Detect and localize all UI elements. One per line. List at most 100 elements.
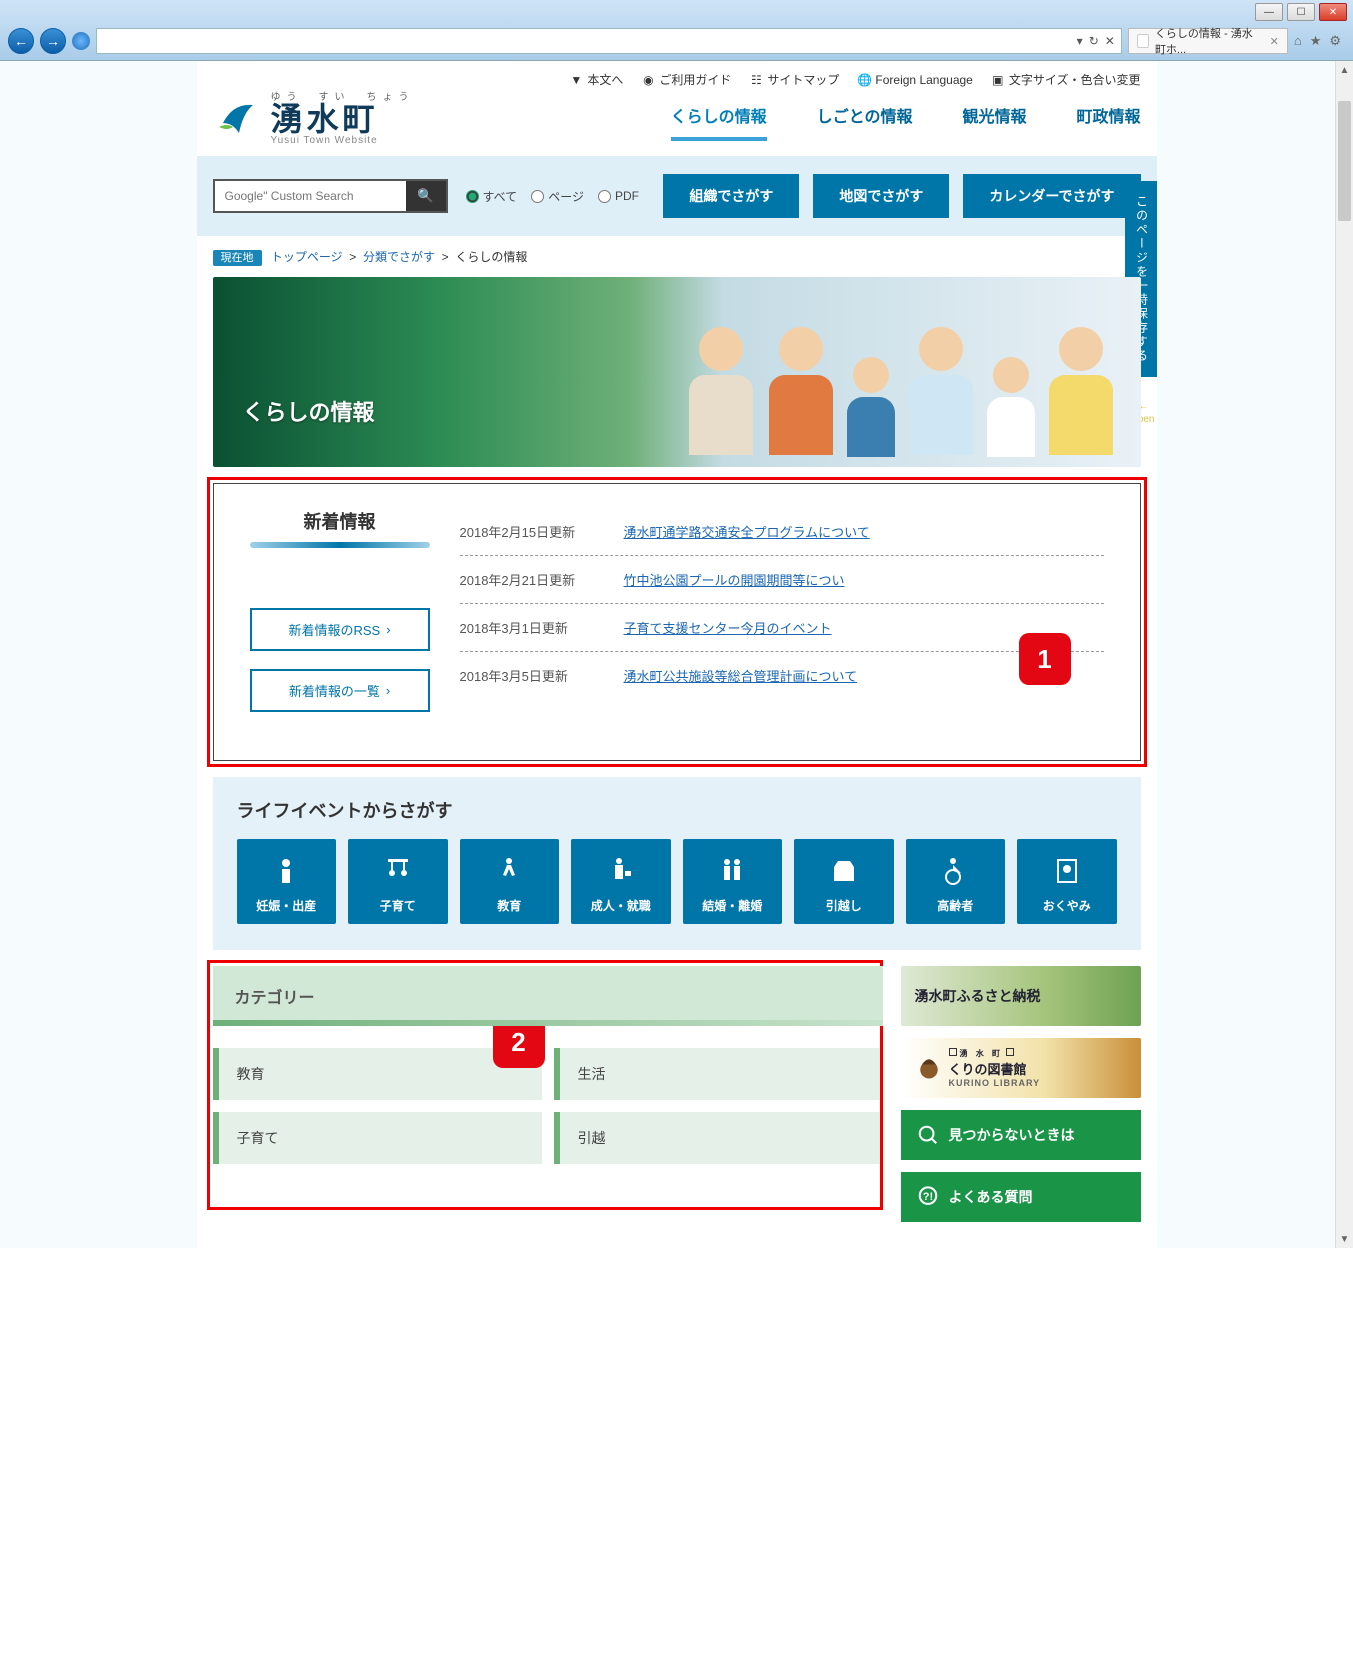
favorites-icon[interactable]: ★ bbox=[1310, 33, 1322, 49]
hero-banner: くらしの情報 bbox=[213, 277, 1141, 467]
news-heading-decoration bbox=[250, 542, 430, 548]
walking-person-icon bbox=[460, 853, 560, 889]
dropdown-icon[interactable]: ▾ bbox=[1077, 34, 1083, 48]
news-link[interactable]: 竹中池公園プールの開園期間等につい bbox=[624, 570, 845, 589]
mobile-toy-icon bbox=[348, 853, 448, 889]
search-row: 🔍 すべて ページ PDF 組織でさがす 地図でさがす カレンダーでさがす bbox=[197, 156, 1157, 236]
utility-nav: ▼本文へ ◉ご利用ガイド ☷サイトマップ 🌐Foreign Language ▣… bbox=[197, 61, 1157, 88]
news-link[interactable]: 湧水町通学路交通安全プログラムについて bbox=[624, 522, 870, 541]
window-controls: — ☐ ✕ bbox=[0, 0, 1353, 24]
search-input[interactable] bbox=[215, 181, 406, 211]
couple-icon bbox=[683, 853, 783, 889]
news-item: 2018年3月5日更新湧水町公共施設等総合管理計画について bbox=[460, 652, 1104, 699]
life-item-elderly[interactable]: 高齢者 bbox=[906, 839, 1006, 924]
life-item-funeral[interactable]: おくやみ bbox=[1017, 839, 1117, 924]
life-item-pregnancy[interactable]: 妊娠・出産 bbox=[237, 839, 337, 924]
vertical-scrollbar[interactable]: ▲ ▼ bbox=[1335, 61, 1353, 1248]
life-events-heading: ライフイベントからさがす bbox=[237, 797, 1117, 823]
find-by-map-button[interactable]: 地図でさがす bbox=[813, 174, 949, 218]
logo-main-text: 湧水町 bbox=[271, 103, 415, 135]
category-item-childcare[interactable]: 子育て bbox=[213, 1112, 542, 1164]
radio-page[interactable]: ページ bbox=[531, 188, 584, 205]
moving-box-icon bbox=[794, 853, 894, 889]
scroll-up-arrow-icon[interactable]: ▲ bbox=[1336, 61, 1353, 79]
svg-text:?!: ?! bbox=[922, 1191, 932, 1203]
address-bar[interactable]: ▾ ↻ ✕ bbox=[96, 28, 1122, 54]
stop-icon[interactable]: ✕ bbox=[1105, 34, 1115, 48]
life-item-childcare[interactable]: 子育て bbox=[348, 839, 448, 924]
text-size-link[interactable]: ▣文字サイズ・色合い変更 bbox=[991, 71, 1141, 88]
logo-bird-icon bbox=[213, 93, 261, 141]
news-link[interactable]: 湧水町公共施設等総合管理計画について bbox=[624, 666, 858, 685]
skip-to-body-link[interactable]: ▼本文へ bbox=[569, 71, 623, 88]
briefcase-person-icon bbox=[571, 853, 671, 889]
site-logo[interactable]: ゆう すい ちょう 湧水町 Yusui Town Website bbox=[213, 88, 453, 146]
usage-guide-link[interactable]: ◉ご利用ガイド bbox=[641, 71, 731, 88]
library-ruby: 湧 水 町 bbox=[949, 1048, 1041, 1059]
search-button[interactable]: 🔍 bbox=[406, 181, 446, 211]
browser-chrome: — ☐ ✕ ← → ▾ ↻ ✕ くらしの情報 - 湧水町ホ... ✕ ⌂ ★ ⚙ bbox=[0, 0, 1353, 61]
scroll-thumb[interactable] bbox=[1338, 101, 1351, 221]
url-input[interactable] bbox=[103, 34, 1077, 48]
life-item-moving[interactable]: 引越し bbox=[794, 839, 894, 924]
news-list-button[interactable]: 新着情報の一覧› bbox=[250, 669, 430, 712]
scroll-down-arrow-icon[interactable]: ▼ bbox=[1336, 1230, 1353, 1248]
maximize-button[interactable]: ☐ bbox=[1287, 3, 1315, 21]
category-item-moving[interactable]: 引越 bbox=[554, 1112, 883, 1164]
close-window-button[interactable]: ✕ bbox=[1319, 3, 1347, 21]
news-date: 2018年2月15日更新 bbox=[460, 522, 600, 541]
ie-logo-icon bbox=[72, 32, 90, 50]
library-sub: KURINO LIBRARY bbox=[949, 1078, 1041, 1088]
news-item: 2018年2月15日更新 湧水町通学路交通安全プログラムについて bbox=[460, 508, 1104, 556]
radio-pdf[interactable]: PDF bbox=[598, 188, 639, 205]
furusato-banner[interactable]: 湧水町ふるさと納税 bbox=[901, 966, 1141, 1026]
library-name: くりの図書館 bbox=[949, 1059, 1041, 1078]
nav-tourism[interactable]: 観光情報 bbox=[962, 103, 1026, 141]
back-button[interactable]: ← bbox=[8, 28, 34, 54]
news-date: 2018年3月1日更新 bbox=[460, 618, 600, 637]
sitemap-icon: ☷ bbox=[749, 73, 763, 87]
category-heading: カテゴリー bbox=[213, 966, 883, 1026]
address-tools: ▾ ↻ ✕ bbox=[1077, 34, 1115, 48]
forward-button[interactable]: → bbox=[40, 28, 66, 54]
minimize-button[interactable]: — bbox=[1255, 3, 1283, 21]
library-banner[interactable]: 湧 水 町 くりの図書館 KURINO LIBRARY bbox=[901, 1038, 1141, 1098]
news-item: 2018年2月21日更新竹中池公園プールの開園期間等につい bbox=[460, 556, 1104, 604]
radio-all[interactable]: すべて bbox=[466, 188, 518, 205]
find-by-calendar-button[interactable]: カレンダーでさがす bbox=[963, 174, 1140, 218]
hero-family-image bbox=[681, 327, 1121, 467]
find-by-org-button[interactable]: 組織でさがす bbox=[663, 174, 799, 218]
faq-button[interactable]: ?! よくある質問 bbox=[901, 1172, 1141, 1222]
chestnut-mascot-icon bbox=[915, 1054, 943, 1082]
browser-tab[interactable]: くらしの情報 - 湧水町ホ... ✕ bbox=[1128, 28, 1288, 54]
category-item-living[interactable]: 生活 bbox=[554, 1048, 883, 1100]
sitemap-link[interactable]: ☷サイトマップ bbox=[749, 71, 839, 88]
nav-government[interactable]: 町政情報 bbox=[1076, 103, 1140, 141]
life-item-marriage[interactable]: 結婚・離婚 bbox=[683, 839, 783, 924]
nav-work[interactable]: しごとの情報 bbox=[817, 103, 913, 141]
life-item-adult[interactable]: 成人・就職 bbox=[571, 839, 671, 924]
favicon-icon bbox=[1137, 34, 1149, 48]
shield-icon: ◉ bbox=[641, 73, 655, 87]
tab-close-icon[interactable]: ✕ bbox=[1270, 35, 1279, 48]
global-nav: くらしの情報 しごとの情報 観光情報 町政情報 bbox=[493, 93, 1141, 141]
news-item: 2018年3月1日更新 子育て支援センター今月のイベント bbox=[460, 604, 1104, 652]
cannot-find-button[interactable]: 見つからないときは bbox=[901, 1110, 1141, 1160]
news-link[interactable]: 子育て支援センター今月のイベント bbox=[624, 618, 832, 637]
magnifier-icon: 🔍 bbox=[417, 188, 434, 204]
home-icon[interactable]: ⌂ bbox=[1294, 33, 1302, 49]
nav-living[interactable]: くらしの情報 bbox=[671, 103, 767, 141]
life-item-education[interactable]: 教育 bbox=[460, 839, 560, 924]
hero-title: くらしの情報 bbox=[243, 395, 375, 427]
refresh-icon[interactable]: ↻ bbox=[1089, 34, 1099, 48]
tools-icon[interactable]: ⚙ bbox=[1329, 33, 1341, 49]
anchor-down-icon: ▼ bbox=[569, 73, 583, 87]
foreign-language-link[interactable]: 🌐Foreign Language bbox=[857, 71, 972, 88]
tab-title: くらしの情報 - 湧水町ホ... bbox=[1155, 25, 1264, 57]
breadcrumb-link-top[interactable]: トップページ bbox=[271, 250, 343, 264]
breadcrumb-link-category[interactable]: 分類でさがす bbox=[363, 250, 435, 264]
pregnancy-icon bbox=[237, 853, 337, 889]
news-rss-button[interactable]: 新着情報のRSS› bbox=[250, 608, 430, 651]
breadcrumb-current: くらしの情報 bbox=[455, 250, 527, 264]
chevron-right-icon: › bbox=[386, 622, 390, 637]
